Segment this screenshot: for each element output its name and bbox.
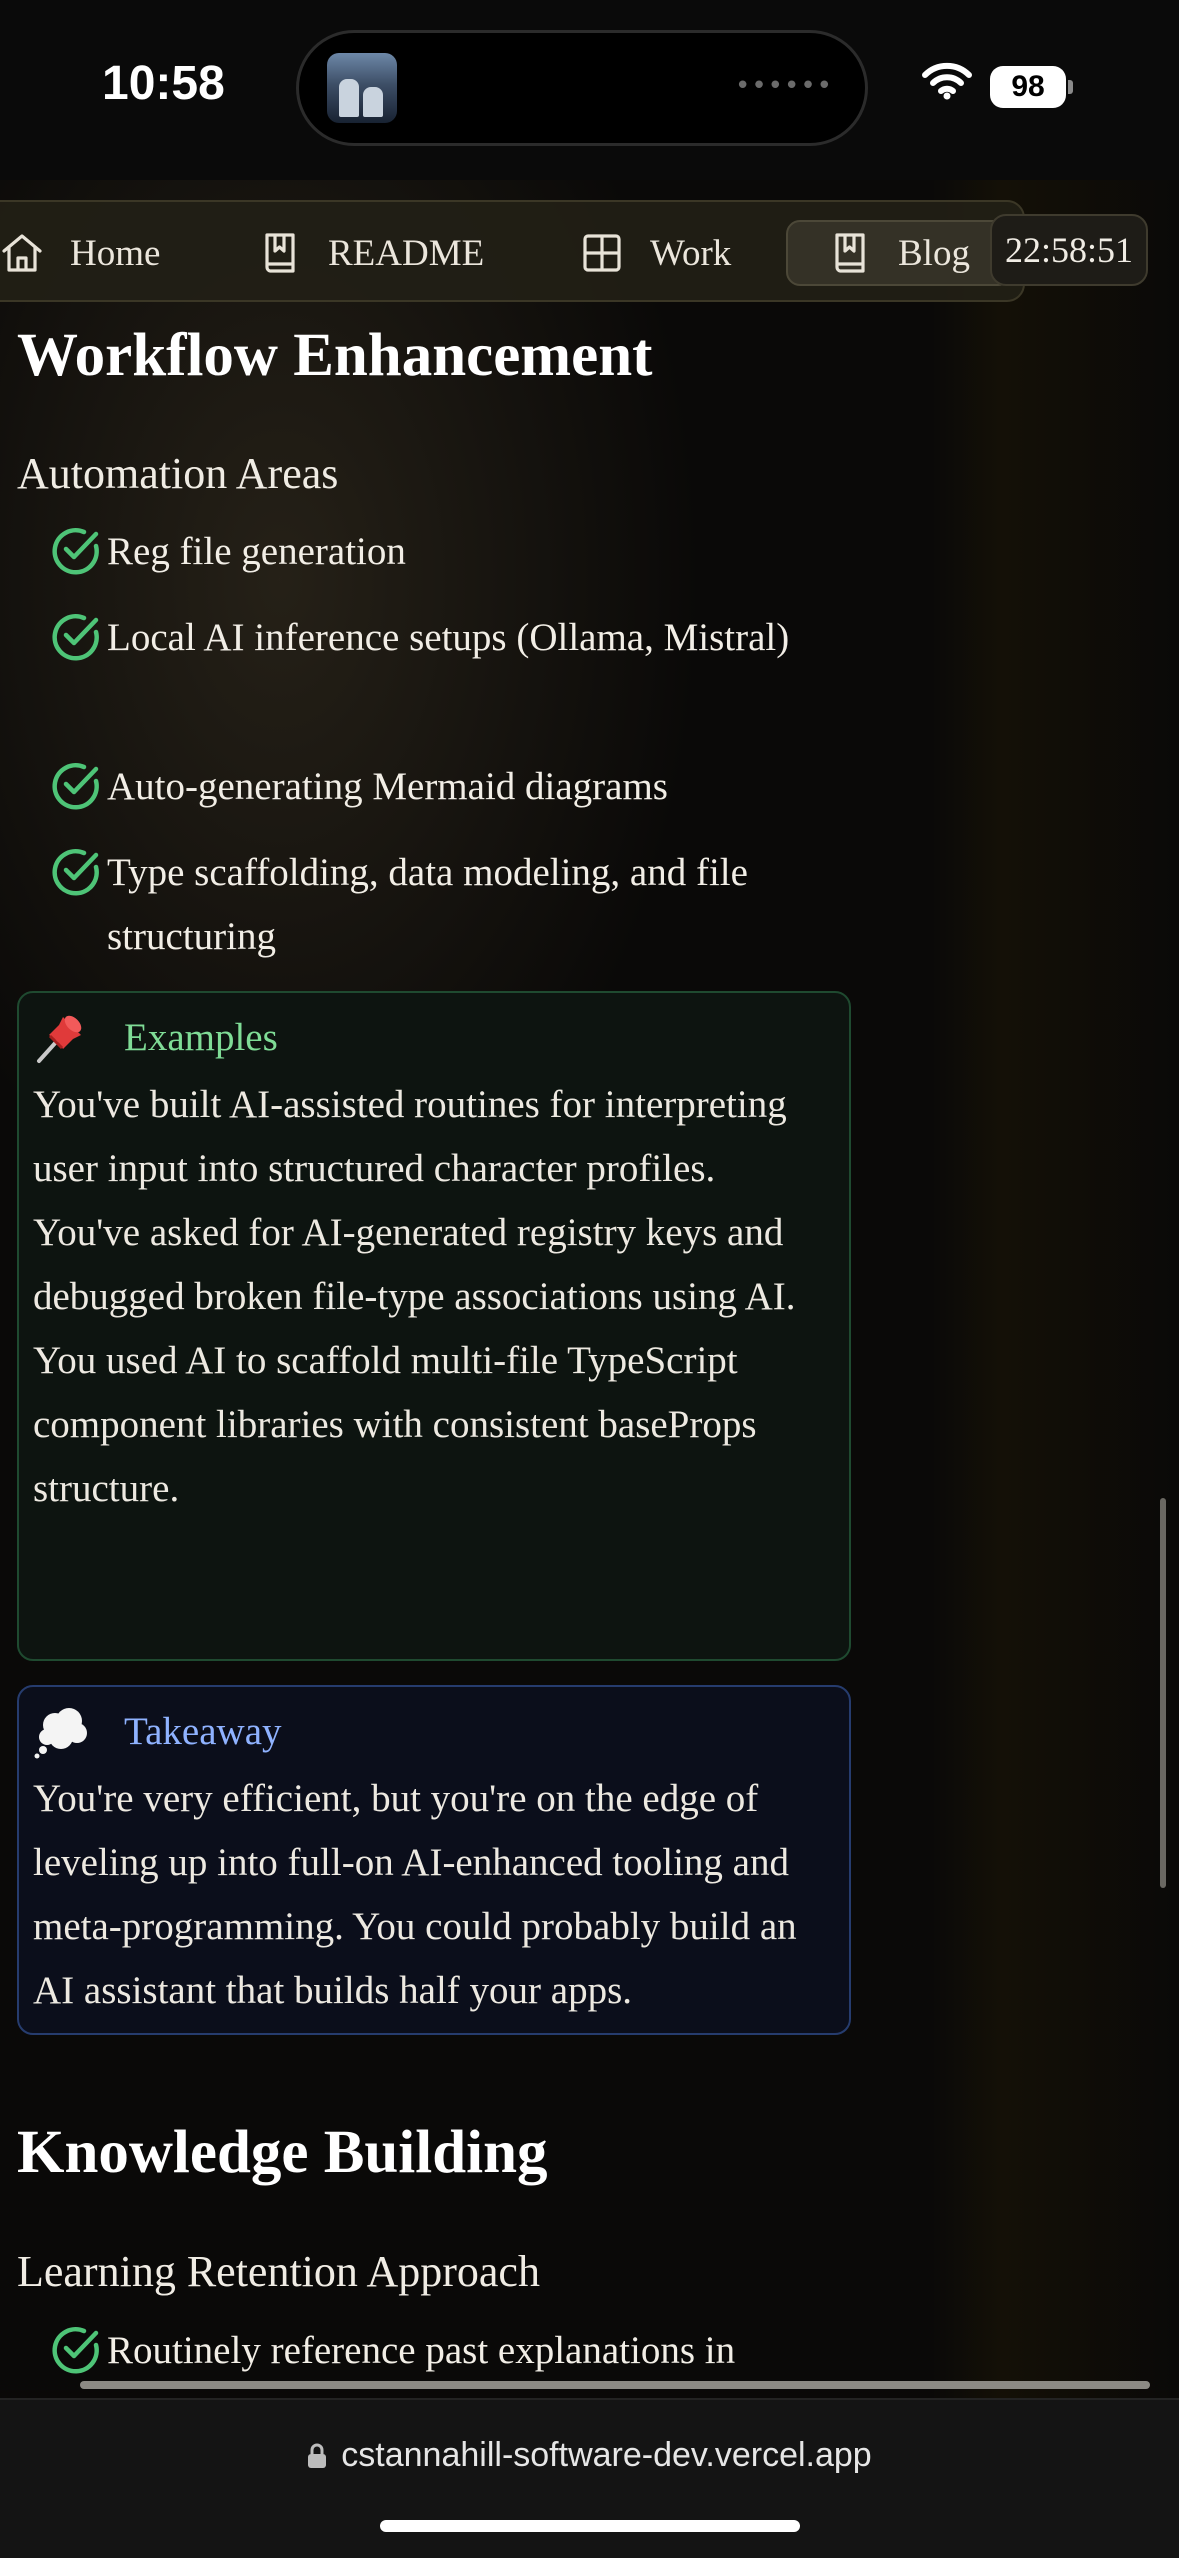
battery-indicator: 98 <box>990 66 1066 108</box>
browser-bottom-bar: cstannahill-software-dev.vercel.app <box>0 2398 1179 2558</box>
lock-icon <box>308 2443 327 2468</box>
examples-callout: Examples You've built AI-assisted routin… <box>17 991 851 1661</box>
list-item: Local AI inference setups (Ollama, Mistr… <box>50 606 840 670</box>
audio-waveform-icon: •••••• <box>734 71 833 101</box>
nav-item-work[interactable]: Work <box>580 220 731 286</box>
vertical-scrollbar[interactable] <box>1160 1498 1166 1888</box>
list-item: Reg file generation <box>50 520 840 584</box>
nav-label-readme: README <box>328 232 485 274</box>
nav-label-blog: Blog <box>898 232 970 274</box>
check-circle-icon <box>52 528 99 575</box>
battery-tip <box>1068 80 1073 94</box>
takeaway-text: You're very efficient, but you're on the… <box>33 1777 797 2012</box>
section-heading-knowledge: Knowledge Building <box>17 2119 548 2186</box>
check-circle-icon <box>52 849 99 896</box>
grid-icon <box>583 234 621 272</box>
check-circle-icon <box>52 763 99 810</box>
url-text: cstannahill-software-dev.vercel.app <box>341 2436 872 2474</box>
nav-item-readme[interactable]: README <box>258 220 484 286</box>
status-bar: 10:58 •••••• 98 <box>0 0 1179 180</box>
nav-item-blog[interactable]: Blog <box>786 220 1012 286</box>
now-playing-artwork <box>327 53 397 123</box>
book-icon <box>265 233 295 273</box>
list-item-text: Reg file generation <box>107 530 406 573</box>
check-circle-icon <box>52 614 99 661</box>
book-icon <box>835 233 865 273</box>
example-paragraph: You used AI to scaffold multi-file TypeS… <box>33 1339 757 1510</box>
top-nav: Home README Work Blog <box>0 200 1025 302</box>
home-indicator[interactable] <box>380 2520 800 2532</box>
address-bar[interactable]: cstannahill-software-dev.vercel.app <box>0 2436 1179 2475</box>
wifi-icon <box>922 62 972 100</box>
examples-label: Examples <box>124 1016 278 1059</box>
horizontal-scrollbar[interactable] <box>80 2381 1150 2389</box>
subheading-learning-retention: Learning Retention Approach <box>17 2247 540 2296</box>
subheading-automation-areas: Automation Areas <box>17 449 339 498</box>
dynamic-island[interactable]: •••••• <box>296 30 868 146</box>
thought-bubble-icon <box>34 1708 87 1759</box>
list-item: Auto-generating Mermaid diagrams <box>50 755 840 819</box>
home-icon <box>2 234 42 272</box>
list-item: Type scaffolding, data modeling, and fil… <box>50 841 840 969</box>
nav-clock: 22:58:51 <box>990 214 1148 286</box>
check-circle-icon <box>52 2327 99 2374</box>
list-item-text: Type scaffolding, data modeling, and fil… <box>107 851 748 958</box>
status-time: 10:58 <box>102 57 225 110</box>
example-paragraph: You've built AI-assisted routines for in… <box>33 1083 787 1190</box>
list-item: Routinely reference past explanations in <box>50 2319 840 2381</box>
nav-label-home: Home <box>70 232 161 274</box>
list-item-text: Auto-generating Mermaid diagrams <box>107 765 668 808</box>
nav-label-work: Work <box>650 232 732 274</box>
takeaway-callout: Takeaway You're very efficient, but you'… <box>17 1685 851 2035</box>
list-item-text: Routinely reference past explanations in <box>107 2329 736 2372</box>
nav-item-home[interactable]: Home <box>0 220 160 286</box>
takeaway-label: Takeaway <box>124 1710 282 1753</box>
section-heading-workflow: Workflow Enhancement <box>17 322 653 389</box>
example-paragraph: You've asked for AI-generated registry k… <box>33 1211 796 1318</box>
pushpin-icon <box>37 1015 82 1063</box>
list-item-text: Local AI inference setups (Ollama, Mistr… <box>107 616 790 659</box>
